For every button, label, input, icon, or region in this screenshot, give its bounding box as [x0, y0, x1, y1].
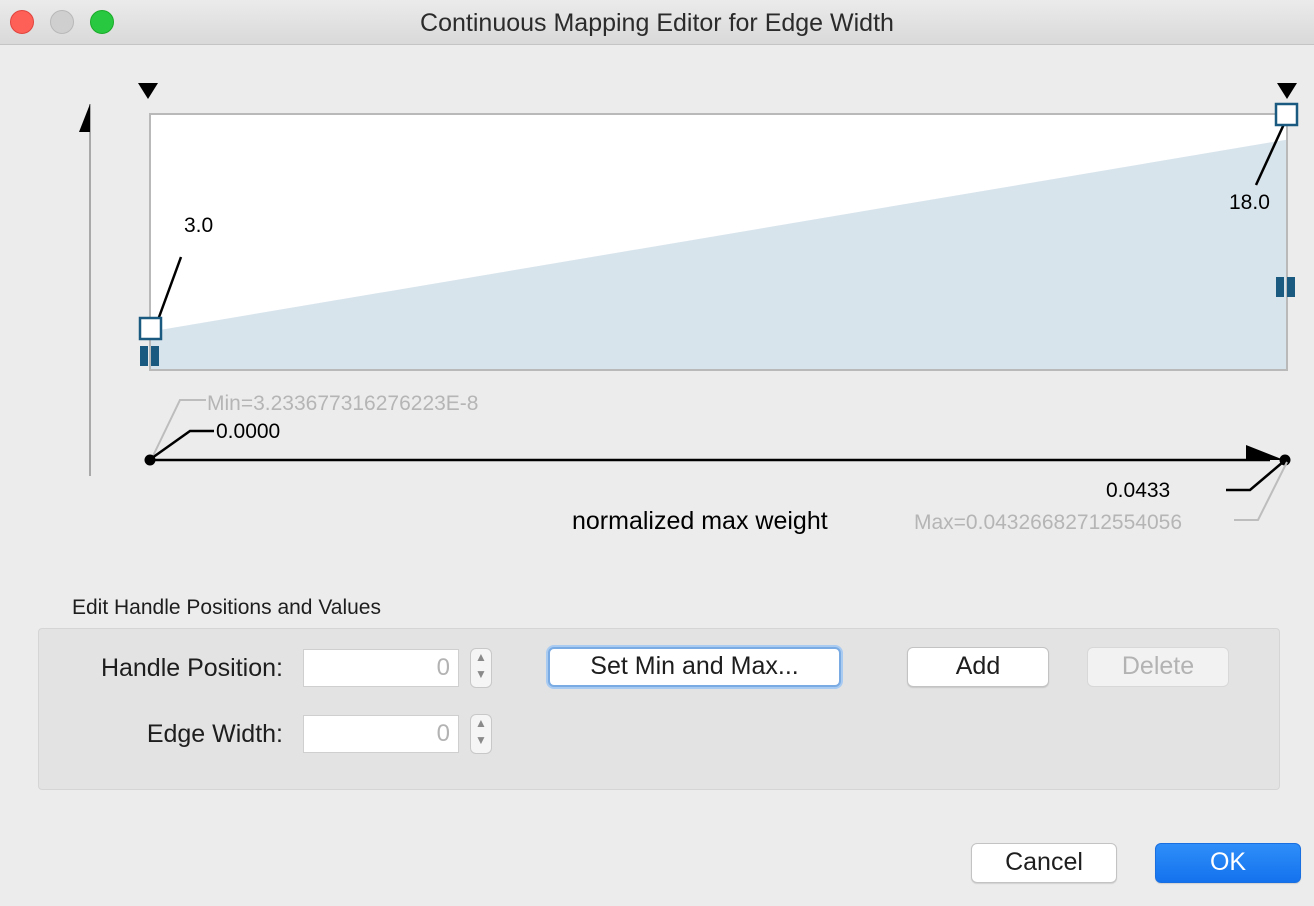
mapping-editor-graph[interactable]: 3.0 18.0 Min=3.233677316276223E-8 0.0000… [0, 44, 1314, 564]
handle-position-label: Handle Position: [100, 654, 283, 682]
handle-1-point[interactable] [138, 316, 163, 341]
min-leader-line [151, 399, 206, 459]
edit-section-title: Edit Handle Positions and Values [72, 596, 381, 619]
handle-2-value-label: 18.0 [1229, 191, 1270, 214]
attribute-name-label: normalized max weight [572, 507, 828, 535]
right-range-marker-icon[interactable] [1277, 83, 1297, 99]
y-axis-arrowhead [79, 104, 90, 132]
handle-1-slider-icon[interactable] [140, 346, 148, 366]
handle-1-value-label: 3.0 [184, 214, 213, 237]
chevron-down-icon[interactable]: ▼ [475, 733, 487, 747]
delete-handle-button[interactable]: Delete [1087, 647, 1229, 687]
range-min-leader-line [151, 429, 214, 460]
range-min-point[interactable] [144, 454, 156, 466]
chevron-up-icon[interactable]: ▲ [475, 650, 487, 664]
max-label: Max=0.04326682712554056 [914, 511, 1182, 534]
edge-width-label: Edge Width: [146, 720, 283, 748]
add-handle-button[interactable]: Add [907, 647, 1049, 687]
cancel-button[interactable]: Cancel [971, 843, 1117, 883]
ok-button[interactable]: OK [1155, 843, 1301, 883]
window-title: Continuous Mapping Editor for Edge Width [420, 9, 894, 37]
handle-2-slider-icon[interactable] [1276, 277, 1284, 297]
handle-2-slider-icon-b[interactable] [1287, 277, 1295, 297]
range-max-label: 0.0433 [1106, 479, 1170, 502]
title-bar: Continuous Mapping Editor for Edge Width [0, 0, 1314, 45]
handle-position-input[interactable]: 0 [303, 649, 459, 687]
handle-2-point[interactable] [1274, 102, 1299, 127]
handle-1-slider-icon-b[interactable] [151, 346, 159, 366]
handle-position-stepper[interactable]: ▲ ▼ [470, 648, 492, 688]
range-min-label: 0.0000 [216, 420, 280, 443]
chevron-down-icon[interactable]: ▼ [475, 667, 487, 681]
x-axis-arrowhead [1246, 445, 1284, 460]
chevron-up-icon[interactable]: ▲ [475, 716, 487, 730]
edge-width-input[interactable]: 0 [303, 715, 459, 753]
set-min-max-button[interactable]: Set Min and Max... [548, 647, 841, 687]
edge-width-stepper[interactable]: ▲ ▼ [470, 714, 492, 754]
left-range-marker-icon[interactable] [138, 83, 158, 99]
min-label: Min=3.233677316276223E-8 [207, 392, 478, 415]
